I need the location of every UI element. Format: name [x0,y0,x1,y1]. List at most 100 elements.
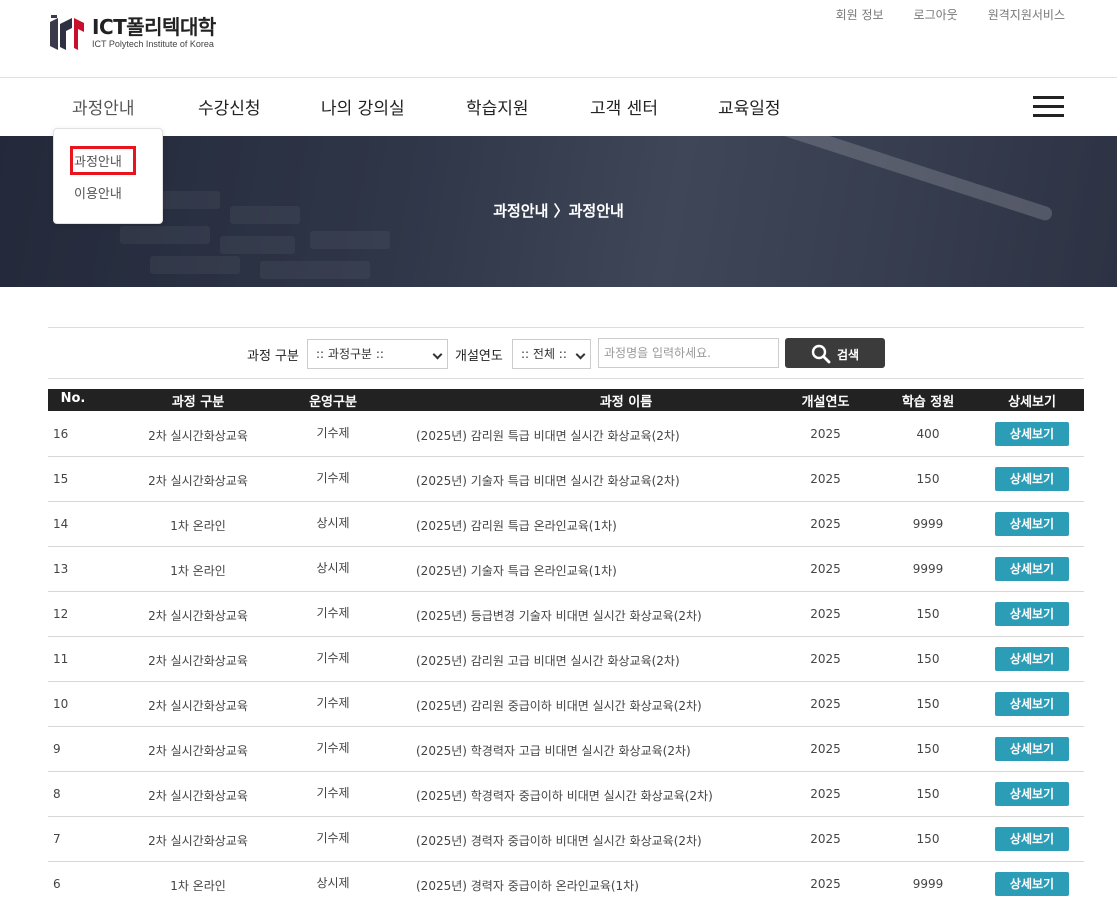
banner-breadcrumb-title: 과정안내 〉과정안내 [493,202,624,220]
table-row: 7 2차 실시간화상교육 기수제 (2025년) 경력자 중급이하 비대면 실시간 화… [48,817,1084,862]
row-year: 2025 [810,697,841,711]
detail-button[interactable]: 상세보기 [995,467,1069,491]
detail-button[interactable]: 상세보기 [995,422,1069,446]
search-icon [811,344,831,364]
search-form: 과정 구분 :: 과정구분 :: 개설연도 :: 전체 :: 과정명을 입력하세… [48,327,1084,379]
row-operation-type: 상시제 [316,876,350,890]
keyword-input[interactable]: 과정명을 입력하세요. [598,338,779,368]
category-select[interactable]: :: 과정구분 :: [307,339,448,369]
row-operation-type: 기수제 [316,651,350,665]
row-course-name: (2025년) 감리원 중급이하 비대면 실시간 화상교육(2차) [416,699,702,713]
detail-button[interactable]: 상세보기 [995,692,1069,716]
row-capacity: 150 [916,742,940,756]
table-row: 6 1차 온라인 상시제 (2025년) 경력자 중급이하 온라인교육(1차) 2025… [48,862,1084,904]
row-year: 2025 [810,562,841,576]
row-category: 2차 실시간화상교육 [148,744,248,758]
main-navigation: 과정안내 수강신청 나의 강의실 학습지원 고객 센터 교육일정 [0,78,1117,136]
hamburger-menu-icon[interactable] [1033,96,1064,118]
row-category: 2차 실시간화상교육 [148,834,248,848]
row-operation-type: 기수제 [316,471,350,485]
site-logo[interactable]: ICT폴리텍대학 ICT Polytech Institute of Korea [48,14,216,52]
row-operation-type: 기수제 [316,426,350,440]
detail-button[interactable]: 상세보기 [995,872,1069,896]
detail-button[interactable]: 상세보기 [995,782,1069,806]
chevron-down-icon [575,349,586,360]
row-number: 6 [53,877,61,891]
category-label: 과정 구분 [247,349,299,364]
row-capacity: 9999 [912,562,944,576]
member-info-link[interactable]: 회원 정보 [836,6,884,23]
detail-button[interactable]: 상세보기 [995,557,1069,581]
table-row: 12 2차 실시간화상교육 기수제 (2025년) 등급변경 기술자 비대면 실시간 … [48,592,1084,637]
table-row: 10 2차 실시간화상교육 기수제 (2025년) 감리원 중급이하 비대면 실시간 … [48,682,1084,727]
nav-my-classroom[interactable]: 나의 강의실 [321,94,405,119]
remote-support-link[interactable]: 원격지원서비스 [988,6,1065,23]
nav-education-schedule[interactable]: 교육일정 [718,94,781,119]
utility-links: 회원 정보 로그아웃 원격지원서비스 [836,6,1065,23]
row-category: 2차 실시간화상교육 [148,789,248,803]
row-operation-type: 기수제 [316,786,350,800]
row-number: 11 [53,652,69,666]
row-course-name: (2025년) 학경력자 중급이하 비대면 실시간 화상교육(2차) [416,789,713,803]
table-row: 16 2차 실시간화상교육 기수제 (2025년) 감리원 특급 비대면 실시간 화상… [48,412,1084,457]
year-label: 개설연도 [455,349,503,364]
row-year: 2025 [810,607,841,621]
table-header: No. 과정 구분 운영구분 과정 이름 개설연도 학습 정원 상세보기 [48,389,1084,411]
detail-button[interactable]: 상세보기 [995,512,1069,536]
row-category: 1차 온라인 [170,564,226,578]
row-operation-type: 상시제 [316,561,350,575]
logout-link[interactable]: 로그아웃 [914,6,958,23]
year-select[interactable]: :: 전체 :: [512,339,591,369]
row-course-name: (2025년) 경력자 중급이하 비대면 실시간 화상교육(2차) [416,834,702,848]
row-year: 2025 [810,877,841,891]
row-number: 12 [53,607,69,621]
site-header: ICT폴리텍대학 ICT Polytech Institute of Korea… [0,0,1117,78]
row-course-name: (2025년) 경력자 중급이하 온라인교육(1차) [416,879,639,893]
col-header-no: No. [60,391,86,406]
nav-course-info[interactable]: 과정안내 [72,94,135,119]
row-category: 2차 실시간화상교육 [148,474,248,488]
row-year: 2025 [810,787,841,801]
search-button-label: 검색 [837,348,860,362]
row-course-name: (2025년) 기술자 특급 비대면 실시간 화상교육(2차) [416,474,680,488]
chevron-down-icon [432,349,443,360]
table-row: 9 2차 실시간화상교육 기수제 (2025년) 학경력자 고급 비대면 실시간 화상… [48,727,1084,772]
detail-button[interactable]: 상세보기 [995,602,1069,626]
col-header-detail: 상세보기 [1008,395,1056,410]
row-capacity: 400 [916,427,940,441]
row-course-name: (2025년) 기술자 특급 온라인교육(1차) [416,564,617,578]
row-capacity: 150 [916,652,940,666]
nav-customer-center[interactable]: 고객 센터 [590,94,658,119]
search-button[interactable]: 검색 [785,338,885,368]
row-operation-type: 기수제 [316,606,350,620]
row-category: 1차 온라인 [170,879,226,893]
row-operation-type: 기수제 [316,741,350,755]
category-select-value: :: 과정구분 :: [316,347,384,361]
row-year: 2025 [810,517,841,531]
row-capacity: 9999 [912,877,944,891]
row-number: 10 [53,697,69,711]
nav-enrollment[interactable]: 수강신청 [198,94,261,119]
row-number: 9 [53,742,61,756]
row-capacity: 150 [916,832,940,846]
course-info-submenu: 과정안내 이용안내 [53,128,163,224]
row-category: 2차 실시간화상교육 [148,699,248,713]
row-year: 2025 [810,832,841,846]
row-number: 16 [53,427,69,441]
highlight-box [70,146,136,175]
submenu-usage-guide[interactable]: 이용안내 [74,183,122,202]
col-header-year: 개설연도 [801,395,850,410]
col-header-capacity: 학습 정원 [901,395,955,410]
detail-button[interactable]: 상세보기 [995,737,1069,761]
logo-title: ICT폴리텍대학 [92,15,216,39]
row-course-name: (2025년) 등급변경 기술자 비대면 실시간 화상교육(2차) [416,609,702,623]
detail-button[interactable]: 상세보기 [995,647,1069,671]
detail-button[interactable]: 상세보기 [995,827,1069,851]
row-course-name: (2025년) 감리원 특급 비대면 실시간 화상교육(2차) [416,429,680,443]
row-capacity: 9999 [912,517,944,531]
table-row: 8 2차 실시간화상교육 기수제 (2025년) 학경력자 중급이하 비대면 실시간 … [48,772,1084,817]
row-number: 13 [53,562,69,576]
nav-learning-support[interactable]: 학습지원 [466,94,529,119]
table-row: 11 2차 실시간화상교육 기수제 (2025년) 감리원 고급 비대면 실시간 화상… [48,637,1084,682]
row-operation-type: 기수제 [316,696,350,710]
